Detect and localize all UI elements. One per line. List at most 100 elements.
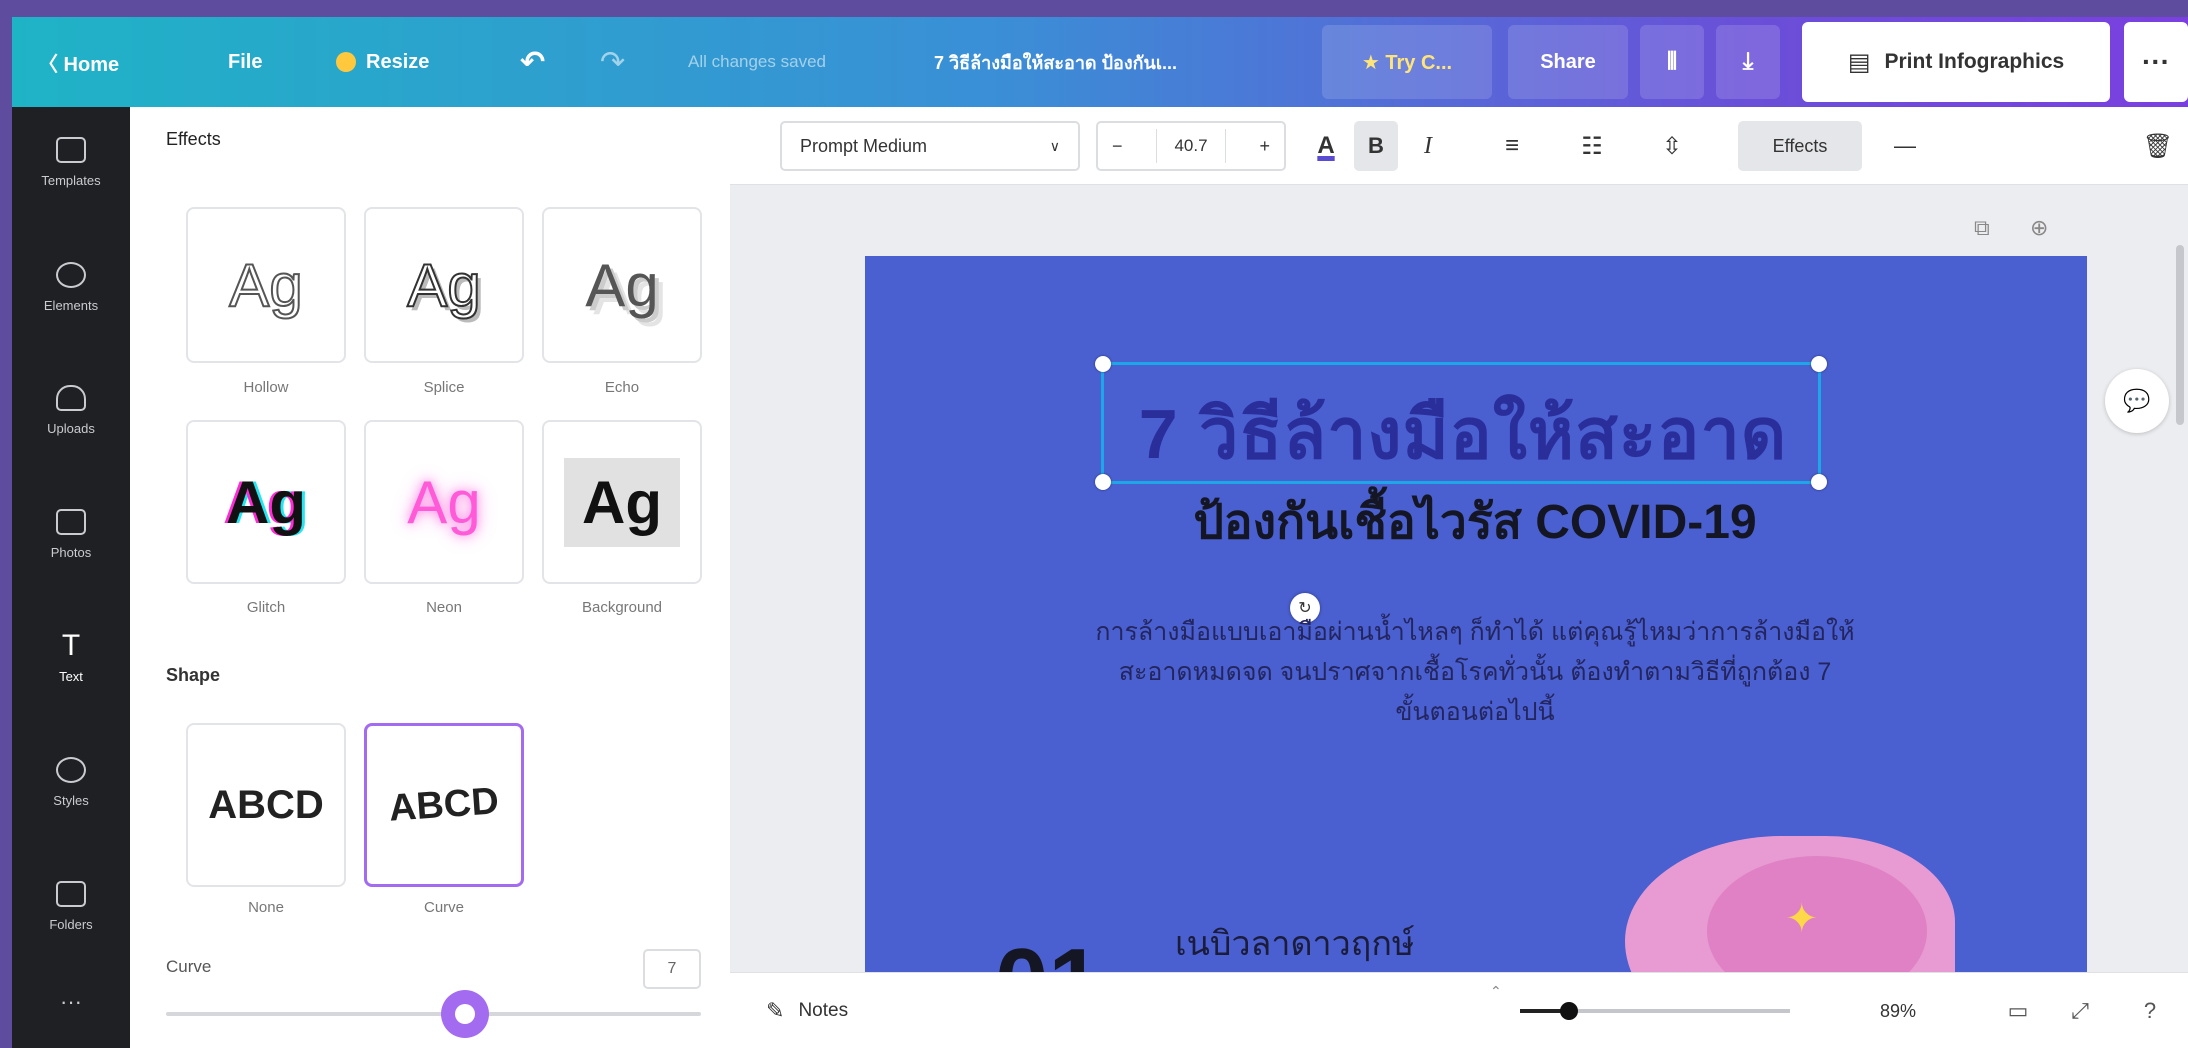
font-name: Prompt Medium (800, 135, 928, 156)
uploads-icon (56, 384, 86, 411)
rail-label: Templates (41, 172, 101, 188)
notes-icon: ✎ (766, 998, 785, 1023)
tile-label: None (248, 899, 284, 916)
rail-label: Uploads (47, 420, 95, 436)
font-size-control: − 40.7 + (1096, 121, 1286, 171)
font-family-select[interactable]: Prompt Medium ∨ (780, 121, 1080, 171)
tile-sample: Ag (226, 468, 306, 536)
effect-tile-hollow[interactable]: Ag (186, 207, 346, 363)
document-title[interactable]: 7 วิธีล้างมือให้สะอาด ป้องกันเ... (934, 17, 1177, 107)
rail-item-text[interactable]: T Text (12, 603, 130, 713)
tile-label: Hollow (243, 379, 289, 396)
download-icon[interactable]: ⤓ (1716, 25, 1780, 99)
file-menu[interactable]: File (228, 17, 262, 107)
step-text[interactable]: เนบิวลาดาวฤกษ์ (1175, 916, 1414, 970)
rail-item-uploads[interactable]: Uploads (12, 355, 130, 465)
home-link[interactable]: 〈 Home (38, 17, 119, 107)
add-page-icon[interactable]: ⊕ (2030, 215, 2048, 241)
elements-icon (56, 261, 86, 288)
rail-label: Text (59, 668, 83, 684)
styles-icon (56, 756, 86, 783)
tile-label: Curve (423, 899, 464, 916)
zoom-slider-thumb[interactable] (1560, 1002, 1578, 1020)
panel-title: Effects (166, 129, 221, 149)
font-size-input[interactable]: 40.7 (1156, 129, 1226, 163)
print-label: Print Infographics (1884, 50, 2065, 73)
design-page[interactable]: 7 วิธีล้างมือให้สะอาด ป้องกันเชื้อไวรัส … (865, 256, 2087, 972)
tile-sample: Ag (228, 251, 303, 320)
canvas-scrollbar[interactable] (2176, 245, 2184, 425)
tile-sample: Ag (406, 251, 481, 320)
redo-icon[interactable]: ↷ (600, 17, 625, 107)
comment-icon[interactable]: 💬 (2105, 369, 2169, 433)
spacing-icon[interactable]: ⇳ (1650, 121, 1694, 171)
bold-button[interactable]: B (1354, 121, 1398, 171)
canvas-area: ⧉ ⊕ 7 วิธีล้างมือให้สะอาด ป้องกันเชื้อไว… (730, 185, 2188, 972)
text-color-button[interactable]: A (1306, 121, 1346, 171)
more-tools-button[interactable]: — (1880, 121, 1930, 171)
canvas-subtitle-text[interactable]: ป้องกันเชื้อไวรัส COVID-19 (985, 484, 1965, 560)
effects-button[interactable]: Effects (1738, 121, 1862, 171)
increase-size-button[interactable]: + (1259, 136, 1270, 157)
shape-tile-curve[interactable]: ABCD (364, 723, 524, 887)
rail-item-photos[interactable]: Photos (12, 479, 130, 589)
decrease-size-button[interactable]: − (1112, 136, 1123, 157)
tile-label: Glitch (246, 599, 286, 616)
align-center-icon[interactable]: ≡ (1490, 121, 1534, 171)
page-view-icon[interactable]: ▭ (1998, 991, 2038, 1031)
zoom-level[interactable]: 89% (1880, 973, 1916, 1048)
collapse-icon[interactable]: ⌃ (1490, 983, 1502, 1000)
fullscreen-icon[interactable]: ⤢ (2060, 991, 2100, 1031)
rail-item-styles[interactable]: Styles (12, 727, 130, 837)
italic-button[interactable]: I (1408, 121, 1448, 171)
effect-tile-splice[interactable]: Ag (364, 207, 524, 363)
canvas-body-text[interactable]: การล้างมือแบบเอามือผ่านน้ำไหลๆ ก็ทำได้ แ… (1025, 612, 1925, 732)
bottom-bar: ✎ Notes ⌃ 89% ▭ ⤢ ? (730, 972, 2188, 1048)
effects-panel: Effects Ag Hollow Ag Splice Ag Echo Ag G… (130, 107, 844, 1048)
more-options-button[interactable]: ··· (2124, 22, 2188, 102)
crown-icon (336, 52, 356, 72)
rail-label: Folders (49, 916, 93, 932)
curve-value-input[interactable]: 7 (643, 949, 701, 989)
text-icon: T (61, 628, 81, 662)
chevron-down-icon: ∨ (1049, 137, 1060, 154)
tile-sample: ABCD (208, 782, 324, 827)
shape-tile-none[interactable]: ABCD (186, 723, 346, 887)
body-line: สะอาดหมดจด จนปราศจากเชื้อโรคทั่วนั้น ต้อ… (1118, 658, 1832, 686)
trash-icon[interactable]: 🗑 (2138, 121, 2178, 171)
help-icon[interactable]: ? (2130, 991, 2170, 1031)
rail-item-templates[interactable]: Templates (12, 107, 130, 217)
effect-tile-glitch[interactable]: Ag (186, 420, 346, 584)
step-number[interactable]: 01 (995, 928, 1102, 972)
sparkle-icon: ✦ (1785, 897, 1819, 941)
curve-slider-thumb[interactable] (441, 990, 489, 1038)
list-icon[interactable]: ☷ (1570, 121, 1614, 171)
undo-icon[interactable]: ↶ (520, 17, 545, 107)
notes-button[interactable]: ✎ Notes (766, 973, 848, 1048)
try-pro-button[interactable]: ★ Try C... (1322, 25, 1492, 99)
rail-item-folders[interactable]: Folders (12, 851, 130, 961)
body-line: การล้างมือแบบเอามือผ่านน้ำไหลๆ ก็ทำได้ แ… (1095, 618, 1855, 646)
resize-button[interactable]: Resize (336, 17, 429, 107)
effect-tile-background[interactable]: Ag (542, 420, 702, 584)
selection-box[interactable] (1095, 356, 1827, 490)
tile-sample: ABCD (387, 779, 501, 830)
tile-label: Echo (604, 379, 640, 396)
effect-tile-echo[interactable]: Ag (542, 207, 702, 363)
share-button[interactable]: Share (1508, 25, 1628, 99)
curve-slider-track[interactable] (166, 1012, 701, 1016)
shape-heading: Shape (166, 665, 221, 685)
photos-icon (56, 508, 86, 535)
resize-handle[interactable] (1811, 356, 1827, 372)
resize-handle[interactable] (1095, 356, 1111, 372)
rail-item-elements[interactable]: Elements (12, 232, 130, 342)
tile-label: Splice (423, 379, 465, 396)
rail-item-more[interactable]: ··· (12, 947, 130, 1048)
print-infographics-button[interactable]: ▤ Print Infographics (1802, 22, 2110, 102)
stats-icon[interactable]: ⫴ (1640, 25, 1704, 99)
editor-app: 〈 Home File Resize ↶ ↷ All changes saved… (12, 17, 2188, 1048)
tile-sample: Ag (564, 457, 680, 547)
duplicate-page-icon[interactable]: ⧉ (1974, 215, 1990, 241)
resize-label: Resize (366, 50, 430, 73)
effect-tile-neon[interactable]: Ag (364, 420, 524, 584)
